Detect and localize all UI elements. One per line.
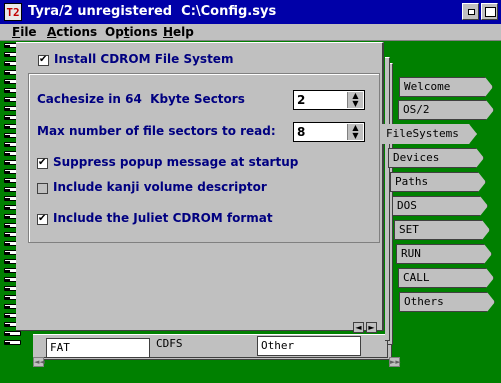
cachesize-spinner[interactable]: 2 ▲ ▼ <box>293 90 365 110</box>
tab-dos[interactable]: DOS <box>392 196 488 216</box>
juliet-label[interactable]: Include the Juliet CDROM format <box>53 211 273 225</box>
tab-run[interactable]: RUN <box>396 244 492 264</box>
tab-welcome[interactable]: Welcome <box>399 77 493 97</box>
tab-devices[interactable]: Devices <box>388 148 484 168</box>
next-page-button[interactable]: ► <box>366 322 377 333</box>
menu-actions[interactable]: Actions <box>47 25 97 39</box>
cachesize-value[interactable]: 2 <box>297 93 305 107</box>
spin-arrows-icon[interactable]: ▲ ▼ <box>347 92 363 108</box>
tab-call[interactable]: CALL <box>398 268 494 288</box>
tab-filesystems[interactable]: FileSystems <box>381 124 477 144</box>
tab-fat[interactable]: FAT <box>46 338 150 358</box>
menu-help[interactable]: Help <box>163 25 194 39</box>
tab-other[interactable]: Other <box>257 336 361 356</box>
spin-arrows-icon[interactable]: ▲ ▼ <box>347 124 363 140</box>
suppress-popup-label[interactable]: Suppress popup message at startup <box>53 155 298 169</box>
tab-others[interactable]: Others <box>399 292 495 312</box>
install-cdrom-label[interactable]: Install CDROM File System <box>54 52 233 66</box>
menu-options[interactable]: Options <box>105 25 158 39</box>
scroll-tabs-left-button[interactable]: ◄◄ <box>33 357 45 367</box>
scroll-tabs-right-button[interactable]: ►► <box>389 357 401 367</box>
page-edge <box>385 57 390 341</box>
spiral-ring <box>4 340 21 345</box>
suppress-popup-checkbox[interactable] <box>37 158 48 169</box>
tab-cdfs[interactable]: CDFS <box>154 335 214 355</box>
tab-os2[interactable]: OS/2 <box>398 100 494 120</box>
kanji-checkbox[interactable] <box>37 183 48 194</box>
max-sectors-value[interactable]: 8 <box>297 125 305 139</box>
window-title: Tyra/2 unregistered C:\Config.sys <box>28 4 277 19</box>
max-sectors-label: Max number of file sectors to read: <box>37 124 276 138</box>
spiral-ring <box>4 331 21 336</box>
juliet-checkbox[interactable] <box>37 214 48 225</box>
notebook-area: Install CDROM File System Cachesize in 6… <box>0 41 501 383</box>
title-bar[interactable]: T2 Tyra/2 unregistered C:\Config.sys <box>0 0 501 24</box>
cachesize-label: Cachesize in 64 Kbyte Sectors <box>37 92 245 106</box>
app-system-icon[interactable]: T2 <box>4 3 22 21</box>
install-cdrom-checkbox[interactable] <box>38 55 49 66</box>
main-window: T2 Tyra/2 unregistered C:\Config.sys Fil… <box>0 0 501 383</box>
kanji-label[interactable]: Include kanji volume descriptor <box>53 180 267 194</box>
tab-paths[interactable]: Paths <box>390 172 486 192</box>
tab-set[interactable]: SET <box>394 220 490 240</box>
max-sectors-spinner[interactable]: 8 ▲ ▼ <box>293 122 365 142</box>
menu-bar: File Actions Options Help <box>0 24 501 41</box>
cdfs-options-group: Cachesize in 64 Kbyte Sectors 2 ▲ ▼ Max n… <box>28 73 380 243</box>
maximize-button[interactable] <box>481 3 498 20</box>
notebook-page: Install CDROM File System Cachesize in 6… <box>16 42 384 333</box>
minimize-button[interactable] <box>462 3 479 20</box>
prev-page-button[interactable]: ◄ <box>353 322 364 333</box>
menu-file[interactable]: File <box>12 25 37 39</box>
